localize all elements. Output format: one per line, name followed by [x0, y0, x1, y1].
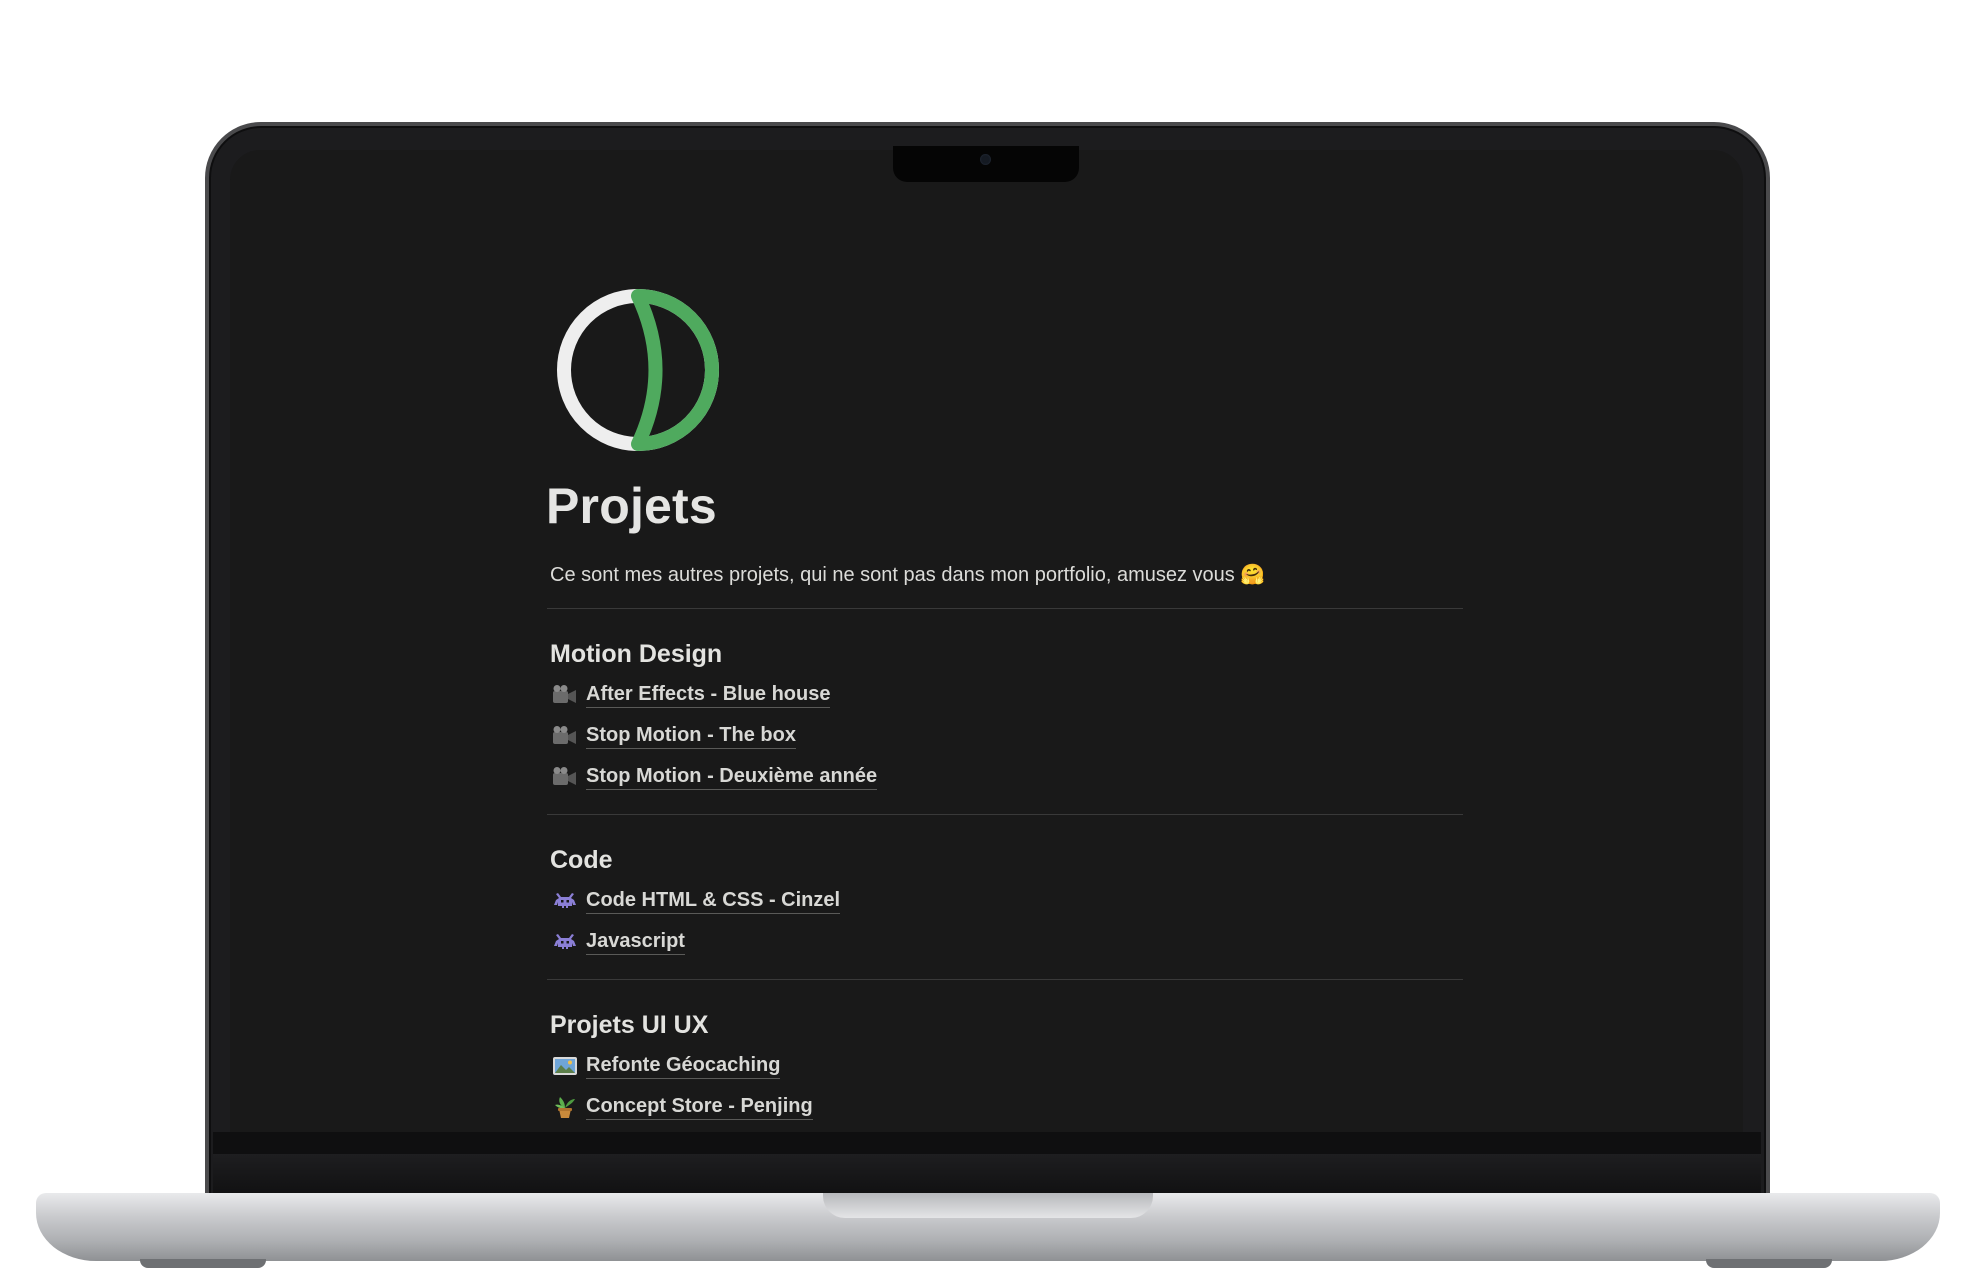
video-camera-icon [550, 682, 579, 708]
link-label: Stop Motion - Deuxième année [586, 764, 878, 790]
link-refonte-geocaching[interactable]: Refonte Géocaching [550, 1051, 781, 1081]
divider [547, 979, 1463, 980]
page-logo-icon [557, 289, 719, 451]
section-title-motion-design: Motion Design [550, 640, 723, 668]
map-picture-icon [550, 1053, 579, 1079]
link-label: Stop Motion - The box [586, 723, 796, 749]
link-label: Refonte Géocaching [586, 1053, 781, 1079]
section-title-projets-ui-ux: Projets UI UX [550, 1011, 709, 1039]
divider [547, 608, 1463, 609]
laptop-foot-right [1706, 1259, 1832, 1268]
laptop-foot-left [140, 1259, 266, 1268]
video-camera-icon [550, 723, 579, 749]
alien-monster-icon [550, 929, 579, 955]
laptop-open-notch [823, 1193, 1153, 1218]
link-code-html-css-cinzel[interactable]: Code HTML & CSS - Cinzel [550, 886, 841, 916]
section-title-code: Code [550, 846, 613, 874]
video-camera-icon [550, 764, 579, 790]
page-intro: Ce sont mes autres projets, qui ne sont … [550, 564, 1266, 586]
laptop-chin [213, 1132, 1761, 1154]
page-title: Projets [546, 478, 717, 534]
link-stop-motion-deuxieme-annee[interactable]: Stop Motion - Deuxième année [550, 762, 878, 792]
camera-icon [980, 154, 991, 165]
laptop-hinge [213, 1154, 1761, 1194]
link-after-effects-blue-house[interactable]: After Effects - Blue house [550, 680, 831, 710]
link-concept-store-penjing[interactable]: Concept Store - Penjing [550, 1092, 813, 1122]
link-stop-motion-the-box[interactable]: Stop Motion - The box [550, 721, 796, 751]
camera-notch [893, 146, 1079, 182]
link-label: Javascript [586, 929, 685, 955]
divider [547, 814, 1463, 815]
link-javascript[interactable]: Javascript [550, 927, 685, 957]
potted-plant-icon [550, 1094, 579, 1120]
link-label: Concept Store - Penjing [586, 1094, 813, 1120]
laptop-screen [230, 150, 1743, 1132]
link-label: After Effects - Blue house [586, 682, 831, 708]
link-label: Code HTML & CSS - Cinzel [586, 888, 841, 914]
alien-monster-icon [550, 888, 579, 914]
